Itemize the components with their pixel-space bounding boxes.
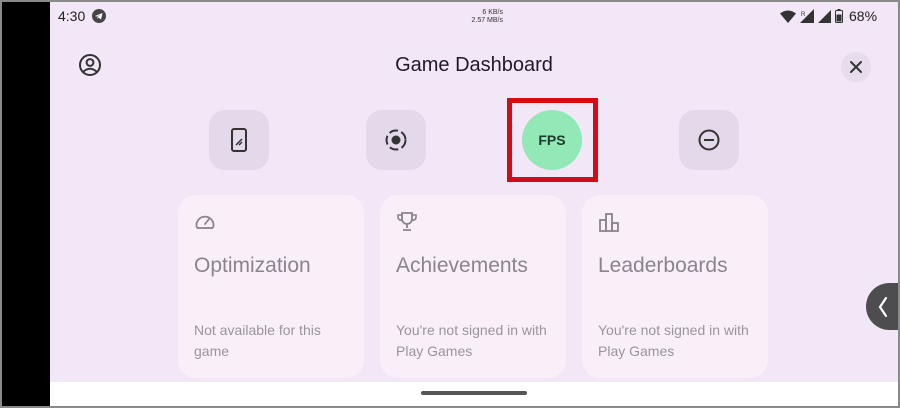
battery-percent: 68% [849,8,878,24]
leaderboard-icon [599,213,619,232]
chevron-left-icon [878,296,888,317]
wifi-icon [780,10,796,23]
navigation-bar [50,382,898,408]
home-gesture-handle[interactable] [421,391,527,395]
dnd-tile[interactable] [679,110,739,170]
net-speed-down: 2.57 MB/s [471,17,503,24]
net-speed-up: 6 KB/s [482,9,503,16]
highlight-annotation [507,98,598,182]
screen-tile[interactable] [209,110,269,170]
card-subtitle: You're not signed in with Play Games [598,322,749,359]
card-subtitle: You're not signed in with Play Games [396,322,547,359]
close-button[interactable] [841,52,871,82]
achievements-card[interactable]: Achievements You're not signed in with P… [380,195,566,378]
signal-icon-2 [818,9,831,23]
phone-screen-icon [231,128,247,152]
optimization-card[interactable]: Optimization Not available for this game [178,195,364,378]
page-title: Game Dashboard [395,54,553,76]
network-speed: 6 KB/s 2.57 MB/s [455,9,503,25]
signal-label: R [801,12,806,18]
screen-record-icon [385,129,407,151]
card-title: Optimization [194,254,311,277]
battery-icon [835,9,843,23]
card-subtitle: Not available for this game [194,322,321,359]
status-icons: R 68% [780,8,877,24]
speedometer-icon [195,215,215,229]
signal-icon: R [800,9,814,23]
record-tile[interactable] [366,110,426,170]
status-time: 4:30 [58,8,86,24]
trophy-icon [397,212,417,231]
close-icon [850,61,862,73]
card-title: Leaderboards [598,254,728,277]
leaderboards-card[interactable]: Leaderboards You're not signed in with P… [582,195,768,378]
telegram-icon [92,9,106,23]
do-not-disturb-icon [698,129,720,151]
card-title: Achievements [396,254,528,277]
